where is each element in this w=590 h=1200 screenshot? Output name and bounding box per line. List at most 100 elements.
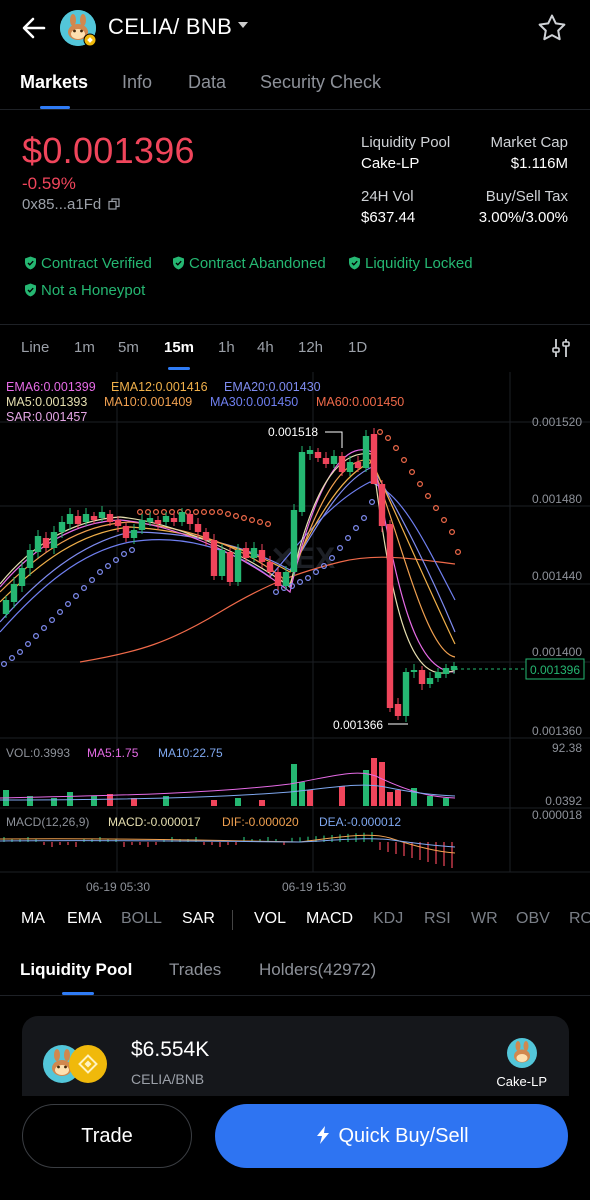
copy-icon[interactable]	[108, 198, 120, 210]
tab-data[interactable]: Data	[188, 72, 226, 93]
legend-ma10: MA10:0.001409	[104, 395, 192, 409]
badge-label: Liquidity Locked	[365, 255, 473, 272]
candle-body	[426, 678, 434, 684]
interval-15m[interactable]: 15m	[164, 339, 194, 356]
tab-holders[interactable]: Holders(42972)	[259, 960, 376, 980]
tab-info[interactable]: Info	[122, 72, 152, 93]
interval-1m[interactable]: 1m	[74, 339, 95, 356]
high-price-label: 0.001518	[268, 425, 318, 439]
tab-markets[interactable]: Markets	[20, 72, 88, 93]
volume-bar	[387, 792, 393, 806]
indicator-ema[interactable]: EMA	[67, 910, 102, 928]
sar-dot	[72, 593, 79, 600]
indicator-rsi[interactable]: RSI	[424, 910, 451, 928]
candle-body	[362, 436, 370, 468]
tab-security-check[interactable]: Security Check	[260, 72, 381, 93]
pair-title[interactable]: CELIA/ BNB	[108, 14, 232, 40]
sliders-icon[interactable]	[550, 337, 572, 359]
sar-dot	[129, 547, 136, 554]
sar-dot	[401, 456, 408, 463]
candle-body	[138, 520, 146, 530]
lightning-bolt-icon	[317, 1125, 330, 1144]
interval-12h[interactable]: 12h	[298, 339, 323, 356]
candle-body	[98, 512, 106, 518]
badge-contract-abandoned: Contract Abandoned	[172, 255, 326, 272]
legend-ema12: EMA12:0.001416	[111, 380, 208, 394]
sar-dot	[88, 577, 95, 584]
star-outline-icon[interactable]	[536, 12, 568, 44]
sar-dot	[225, 511, 232, 518]
active-tab-indicator	[40, 106, 70, 109]
candle-body	[74, 516, 82, 524]
volume-bar	[371, 758, 377, 806]
interval-1h[interactable]: 1h	[218, 339, 235, 356]
candlestick-chart[interactable]: ✕EX EMA6:0.001399 EMA12:0.001416 EMA20:0…	[0, 372, 590, 894]
volume-bar	[299, 782, 305, 806]
candle-body	[186, 514, 194, 524]
sar-dot	[241, 515, 248, 522]
tab-trades[interactable]: Trades	[169, 960, 221, 980]
high-pointer	[325, 431, 343, 448]
arrow-left-icon[interactable]	[18, 12, 50, 44]
candle-body	[346, 462, 354, 472]
candle-body	[354, 462, 362, 468]
shield-check-icon	[173, 256, 184, 270]
main-tabs: Markets Info Data Security Check	[0, 60, 590, 110]
indicator-wr[interactable]: WR	[471, 910, 498, 928]
macd-bar	[419, 842, 421, 860]
vol-24h-value: $637.44	[361, 209, 416, 226]
macd-dea: DEA:-0.000012	[319, 815, 401, 829]
time-label-1: 06-19 05:30	[86, 880, 150, 894]
indicator-obv[interactable]: OBV	[516, 910, 550, 928]
candle-body	[370, 434, 378, 484]
badge-label: Not a Honeypot	[41, 282, 146, 299]
volume-bar	[51, 798, 57, 806]
interval-1d[interactable]: 1D	[348, 339, 367, 356]
candle-body	[170, 518, 178, 522]
candle-body	[162, 516, 170, 522]
volume-bar	[91, 796, 97, 806]
macd-bar	[59, 842, 61, 845]
sar-dot	[273, 589, 280, 596]
candle-body	[266, 562, 274, 572]
quick-buy-sell-button[interactable]: Quick Buy/Sell	[215, 1104, 568, 1168]
candle-body	[322, 458, 330, 464]
volume-bar	[379, 762, 385, 806]
sar-dot	[9, 655, 16, 662]
sar-dot	[345, 535, 352, 542]
sar-dot	[17, 649, 24, 656]
tab-liquidity-pool[interactable]: Liquidity Pool	[20, 960, 132, 980]
trade-button[interactable]: Trade	[22, 1104, 192, 1168]
legend-ema6: EMA6:0.001399	[6, 380, 96, 394]
sar-dot	[369, 498, 376, 505]
candle-body	[258, 550, 266, 562]
legend-ema20: EMA20:0.001430	[224, 380, 321, 394]
interval-line[interactable]: Line	[21, 339, 49, 356]
interval-4h[interactable]: 4h	[257, 339, 274, 356]
indicator-vol[interactable]: VOL	[254, 910, 286, 928]
candle-body	[122, 526, 130, 538]
sar-dot	[56, 609, 63, 616]
axis-price-3: 0.001440	[532, 569, 582, 583]
indicator-boll[interactable]: BOLL	[121, 910, 162, 928]
macd-bar	[43, 842, 45, 845]
badge-not-honeypot: Not a Honeypot	[24, 282, 145, 299]
interval-5m[interactable]: 5m	[118, 339, 139, 356]
sar-dot	[112, 557, 119, 564]
chevron-down-icon[interactable]	[238, 22, 248, 28]
candle-body	[442, 668, 450, 674]
indicator-kdj[interactable]: KDJ	[373, 910, 403, 928]
volume-bar	[443, 798, 449, 806]
indicator-ma[interactable]: MA	[21, 910, 45, 928]
macd-bar	[131, 842, 133, 845]
indicator-ro[interactable]: RO	[569, 910, 590, 928]
macd-bar	[227, 842, 229, 845]
indicator-sar[interactable]: SAR	[182, 910, 215, 928]
tax-label: Buy/Sell Tax	[485, 188, 568, 205]
sar-dot	[104, 563, 111, 570]
candle-body	[18, 568, 26, 586]
indicator-macd[interactable]: MACD	[306, 910, 353, 928]
candle-body	[10, 584, 18, 602]
sar-dot	[137, 509, 144, 516]
macd-legend: MACD(12,26,9)	[6, 815, 89, 829]
